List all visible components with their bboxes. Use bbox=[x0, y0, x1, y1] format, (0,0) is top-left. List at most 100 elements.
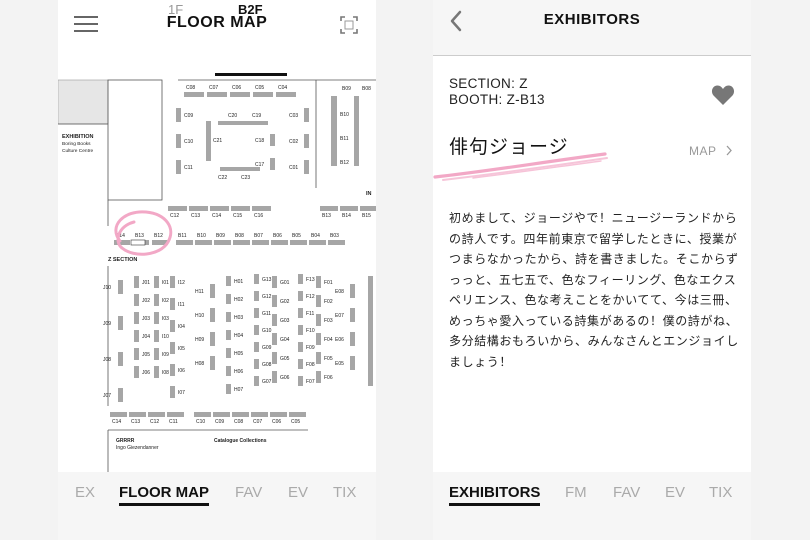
floor-tab-b2f[interactable]: B2F bbox=[238, 2, 263, 17]
booth-g13[interactable] bbox=[254, 274, 259, 284]
booth-g01[interactable] bbox=[272, 276, 277, 288]
booth-b09[interactable] bbox=[214, 240, 231, 245]
nav-fav[interactable]: FAV bbox=[613, 484, 640, 501]
booth-c18[interactable] bbox=[270, 134, 275, 146]
booth-h10[interactable] bbox=[210, 308, 215, 322]
booth-f09[interactable] bbox=[298, 342, 303, 352]
booth-b03[interactable] bbox=[328, 240, 345, 245]
booth-h11[interactable] bbox=[210, 284, 215, 298]
booth-f10[interactable] bbox=[298, 325, 303, 335]
booth-f01[interactable] bbox=[316, 276, 321, 288]
booth-i03[interactable] bbox=[154, 312, 159, 324]
booth-b-col[interactable] bbox=[331, 96, 337, 166]
booth-c05[interactable] bbox=[253, 92, 273, 97]
booth-i06[interactable] bbox=[170, 364, 175, 376]
booth-i02[interactable] bbox=[154, 294, 159, 306]
booth-b-col-2[interactable] bbox=[354, 96, 359, 166]
booth-c15[interactable] bbox=[231, 206, 250, 211]
booth-i12[interactable] bbox=[170, 276, 175, 288]
booth-c02[interactable] bbox=[304, 134, 309, 148]
booth-h07[interactable] bbox=[226, 384, 231, 394]
nav-tix[interactable]: TIX bbox=[333, 484, 356, 501]
booth-i08[interactable] bbox=[154, 366, 159, 378]
booth-b08[interactable] bbox=[233, 240, 250, 245]
nav-fm[interactable]: FM bbox=[565, 484, 587, 501]
booth-g12[interactable] bbox=[254, 291, 259, 301]
booth-c20-c19[interactable] bbox=[218, 121, 268, 125]
booth-f12[interactable] bbox=[298, 291, 303, 301]
booth-b07[interactable] bbox=[252, 240, 269, 245]
booth-g04[interactable] bbox=[272, 333, 277, 345]
booth-h01[interactable] bbox=[226, 276, 231, 286]
booth-f03[interactable] bbox=[316, 314, 321, 326]
nav-ev[interactable]: EV bbox=[288, 484, 308, 501]
booth-c07[interactable] bbox=[251, 412, 268, 417]
booth-g11[interactable] bbox=[254, 308, 259, 318]
booth-c12[interactable] bbox=[148, 412, 165, 417]
booth-b04[interactable] bbox=[309, 240, 326, 245]
booth-e07[interactable] bbox=[350, 308, 355, 322]
booth-c14[interactable] bbox=[210, 206, 229, 211]
booth-c16[interactable] bbox=[252, 206, 271, 211]
booth-c14[interactable] bbox=[110, 412, 127, 417]
booth-c17[interactable] bbox=[270, 158, 275, 170]
booth-b13[interactable] bbox=[320, 206, 338, 211]
booth-b14[interactable] bbox=[114, 240, 130, 245]
map-link[interactable]: MAP bbox=[689, 144, 733, 158]
booth-c06[interactable] bbox=[270, 412, 287, 417]
booth-e05[interactable] bbox=[350, 356, 355, 370]
booth-c21[interactable] bbox=[206, 121, 211, 161]
booth-f08[interactable] bbox=[298, 359, 303, 369]
booth-g08[interactable] bbox=[254, 359, 259, 369]
booth-c10[interactable] bbox=[194, 412, 211, 417]
booth-e-wall[interactable] bbox=[368, 276, 373, 386]
booth-f07[interactable] bbox=[298, 376, 303, 386]
nav-floor-map[interactable]: FLOOR MAP bbox=[119, 484, 209, 506]
floor-map[interactable]: EXHIBITIONBoring BooksCulture Centre C08 C… bbox=[58, 76, 376, 472]
booth-e06[interactable] bbox=[350, 332, 355, 346]
booth-h09[interactable] bbox=[210, 332, 215, 346]
booth-e08[interactable] bbox=[350, 284, 355, 298]
booth-i10[interactable] bbox=[154, 330, 159, 342]
booth-j08[interactable] bbox=[118, 352, 123, 366]
booth-i07[interactable] bbox=[170, 386, 175, 398]
booth-j09[interactable] bbox=[118, 316, 123, 330]
booth-b15[interactable] bbox=[360, 206, 376, 211]
booth-c08[interactable] bbox=[184, 92, 204, 97]
booth-f04[interactable] bbox=[316, 333, 321, 345]
booth-h03[interactable] bbox=[226, 312, 231, 322]
nav-fav[interactable]: FAV bbox=[235, 484, 262, 501]
booth-h06[interactable] bbox=[226, 366, 231, 376]
booth-g09[interactable] bbox=[254, 342, 259, 352]
qr-code-icon[interactable] bbox=[340, 16, 358, 34]
booth-f02[interactable] bbox=[316, 295, 321, 307]
booth-g07[interactable] bbox=[254, 376, 259, 386]
booth-h05[interactable] bbox=[226, 348, 231, 358]
booth-j04[interactable] bbox=[134, 330, 139, 342]
booth-c03[interactable] bbox=[304, 108, 309, 122]
booth-h08[interactable] bbox=[210, 356, 215, 370]
booth-c11[interactable] bbox=[176, 160, 181, 174]
booth-i11[interactable] bbox=[170, 298, 175, 310]
booth-j06[interactable] bbox=[134, 366, 139, 378]
booth-c22-c23[interactable] bbox=[220, 167, 260, 171]
floor-tab-1f[interactable]: 1F bbox=[168, 2, 183, 17]
booth-j02[interactable] bbox=[134, 294, 139, 306]
booth-c13[interactable] bbox=[129, 412, 146, 417]
booth-g03[interactable] bbox=[272, 314, 277, 326]
booth-i05[interactable] bbox=[170, 342, 175, 354]
booth-c05[interactable] bbox=[289, 412, 306, 417]
booth-c07[interactable] bbox=[207, 92, 227, 97]
booth-i04[interactable] bbox=[170, 320, 175, 332]
booth-j01[interactable] bbox=[134, 276, 139, 288]
booth-j03[interactable] bbox=[134, 312, 139, 324]
booth-b06[interactable] bbox=[271, 240, 288, 245]
booth-b10[interactable] bbox=[195, 240, 212, 245]
booth-c09[interactable] bbox=[176, 108, 181, 122]
booth-g06[interactable] bbox=[272, 371, 277, 383]
booth-c08[interactable] bbox=[232, 412, 249, 417]
nav-ex[interactable]: EX bbox=[75, 484, 95, 501]
booth-f05[interactable] bbox=[316, 352, 321, 364]
booth-c06[interactable] bbox=[230, 92, 250, 97]
nav-tix[interactable]: TIX bbox=[709, 484, 732, 501]
